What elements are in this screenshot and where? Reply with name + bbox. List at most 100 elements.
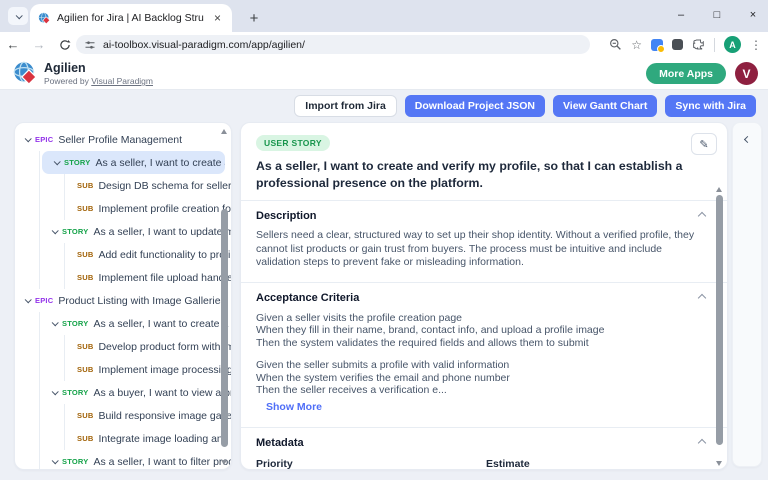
action-toolbar: Import from Jira Download Project JSON V… xyxy=(294,95,756,117)
vp-account-badge[interactable]: V xyxy=(735,62,758,85)
epic-tag: EPIC xyxy=(35,135,53,144)
chevron-down-icon[interactable] xyxy=(52,457,59,464)
scroll-down-icon[interactable] xyxy=(221,460,227,465)
download-project-json-button[interactable]: Download Project JSON xyxy=(405,95,545,117)
brand-block: Agilien Powered by Visual Paradigm xyxy=(44,61,153,86)
sub-tag: SUB xyxy=(77,434,93,443)
estimate-label: Estimate xyxy=(486,458,705,470)
tree-item-story-selected[interactable]: STORY As a seller, I want to create and … xyxy=(42,151,225,174)
reload-icon[interactable] xyxy=(52,39,78,51)
chevron-down-icon[interactable] xyxy=(52,319,59,326)
tree-item-label: Integrate image loading and lazy... xyxy=(98,433,231,445)
site-settings-icon[interactable] xyxy=(84,39,96,51)
back-icon[interactable]: ← xyxy=(0,37,26,52)
backlog-tree-panel: EPIC Seller Profile Management STORY As … xyxy=(14,122,232,470)
tree-item-subtask[interactable]: SUB Implement image processing pip... xyxy=(65,358,231,381)
tree-item-subtask[interactable]: SUB Build responsive image gallery co... xyxy=(65,404,231,427)
tree-item-subtask[interactable]: SUB Design DB schema for seller pro... xyxy=(65,174,231,197)
story-tag: STORY xyxy=(62,319,88,328)
sub-tag: SUB xyxy=(77,365,93,374)
tree-item-label: As a seller, I want to create a pr... xyxy=(93,318,231,330)
bookmark-star-icon[interactable]: ☆ xyxy=(631,38,642,52)
sub-tag: SUB xyxy=(77,342,93,351)
visual-paradigm-link[interactable]: Visual Paradigm xyxy=(91,76,153,86)
chevron-down-icon[interactable] xyxy=(52,227,59,234)
tree-item-label: As a seller, I want to filter produ... xyxy=(93,456,231,468)
page-body: Import from Jira Download Project JSON V… xyxy=(0,90,768,480)
sub-tag: SUB xyxy=(77,181,93,190)
tree-item-epic[interactable]: EPIC Seller Profile Management xyxy=(15,128,231,151)
story-scrollbar[interactable] xyxy=(715,185,724,468)
browser-tab[interactable]: Agilien for Jira | AI Backlog Stru × xyxy=(30,4,232,32)
window-maximize-button[interactable]: □ xyxy=(710,9,724,21)
story-title: As a seller, I want to create and verify… xyxy=(256,158,704,191)
tree-item-label: As a seller, I want to update my... xyxy=(93,226,231,238)
tree-item-subtask[interactable]: SUB Integrate image loading and lazy... xyxy=(65,427,231,450)
more-apps-button[interactable]: More Apps xyxy=(646,63,726,84)
chevron-down-icon xyxy=(15,12,22,19)
acceptance-section-header: Acceptance Criteria xyxy=(256,292,705,304)
window-close-button[interactable]: × xyxy=(746,9,760,21)
story-detail-panel: USER STORY ✎ As a seller, I want to crea… xyxy=(240,122,728,470)
chevron-down-icon[interactable] xyxy=(54,158,61,165)
tree-item-label: Product Listing with Image Galleries xyxy=(58,295,226,307)
tree-item-subtask[interactable]: SUB Develop product form with imag... xyxy=(65,335,231,358)
zoom-icon[interactable] xyxy=(609,38,622,51)
chevron-up-icon[interactable] xyxy=(698,439,706,447)
forward-icon[interactable]: → xyxy=(26,37,52,52)
menu-kebab-icon[interactable]: ⋮ xyxy=(750,38,762,52)
scroll-up-icon[interactable] xyxy=(221,129,227,134)
tree-item-subtask[interactable]: SUB Implement profile creation form ... xyxy=(65,197,231,220)
edit-button[interactable]: ✎ xyxy=(691,133,717,155)
chevron-up-icon[interactable] xyxy=(698,294,706,302)
chevron-down-icon[interactable] xyxy=(52,388,59,395)
view-gantt-chart-button[interactable]: View Gantt Chart xyxy=(553,95,657,117)
tree-item-story[interactable]: STORY As a seller, I want to create a pr… xyxy=(40,312,231,335)
tree-scrollbar[interactable] xyxy=(220,127,229,467)
tree-item-label: Add edit functionality to profile ... xyxy=(98,249,231,261)
chevron-down-icon[interactable] xyxy=(25,296,32,303)
tree-item-subtask[interactable]: SUB Implement file upload handler fo... xyxy=(65,266,231,289)
description-heading: Description xyxy=(256,210,317,222)
acceptance-heading: Acceptance Criteria xyxy=(256,292,359,304)
show-more-link[interactable]: Show More xyxy=(266,401,322,413)
window-minimize-button[interactable]: – xyxy=(674,9,688,21)
sub-tag: SUB xyxy=(77,273,93,282)
tree-item-story[interactable]: STORY As a seller, I want to update my..… xyxy=(40,220,231,243)
tree-item-epic[interactable]: EPIC Product Listing with Image Gallerie… xyxy=(15,289,231,312)
scrollbar-thumb[interactable] xyxy=(221,209,228,447)
sub-tag: SUB xyxy=(77,250,93,259)
import-from-jira-button[interactable]: Import from Jira xyxy=(294,95,397,117)
scrollbar-thumb[interactable] xyxy=(716,195,723,445)
tree-item-subtask[interactable]: SUB Add edit functionality to profile ..… xyxy=(65,243,231,266)
scroll-up-icon[interactable] xyxy=(716,187,722,192)
tree-item-label: Implement file upload handler fo... xyxy=(98,272,231,284)
divider xyxy=(241,282,727,283)
powered-by: Powered by Visual Paradigm xyxy=(44,76,153,86)
chevron-down-icon[interactable] xyxy=(25,135,32,142)
tab-list-chevron-button[interactable] xyxy=(8,7,28,25)
chevron-up-icon[interactable] xyxy=(698,212,706,220)
extensions-puzzle-icon[interactable] xyxy=(692,38,705,51)
acceptance-line: Given a seller visits the profile creati… xyxy=(256,312,705,324)
url-bar[interactable]: ai-toolbox.visual-paradigm.com/app/agili… xyxy=(76,35,590,54)
extension-dark-icon[interactable] xyxy=(672,39,683,50)
acceptance-group-1: Given a seller visits the profile creati… xyxy=(256,312,705,349)
story-tag: STORY xyxy=(62,227,88,236)
sync-with-jira-button[interactable]: Sync with Jira xyxy=(665,95,756,117)
profile-avatar[interactable]: A xyxy=(724,36,741,53)
tree-item-story[interactable]: STORY As a buyer, I want to view a pro..… xyxy=(40,381,231,404)
new-tab-button[interactable]: + xyxy=(244,8,264,28)
story-tag: STORY xyxy=(62,388,88,397)
scroll-down-icon[interactable] xyxy=(716,461,722,466)
description-section-header: Description xyxy=(256,210,705,222)
tree-item-story[interactable]: STORY As a seller, I want to filter prod… xyxy=(40,450,231,470)
chevron-left-icon[interactable] xyxy=(744,136,751,143)
tab-close-icon[interactable]: × xyxy=(211,11,224,25)
app-name: Agilien xyxy=(44,61,153,75)
tree-item-label: Implement profile creation form ... xyxy=(98,203,231,215)
extension-blue-icon[interactable] xyxy=(651,39,663,51)
metadata-heading: Metadata xyxy=(256,437,304,449)
url-text[interactable]: ai-toolbox.visual-paradigm.com/app/agili… xyxy=(103,39,305,51)
tree-item-label: As a seller, I want to create and ... xyxy=(95,157,225,169)
